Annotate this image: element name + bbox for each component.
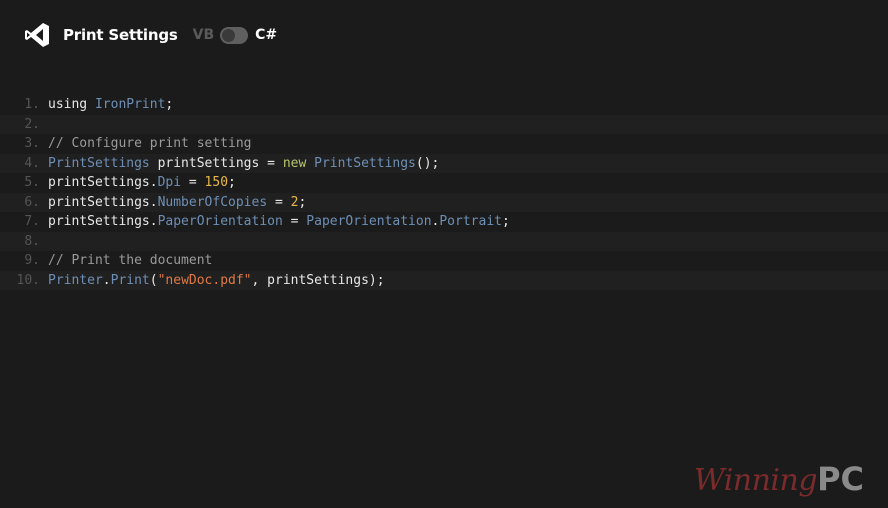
language-toggle[interactable] (220, 26, 249, 44)
line-number: 4. (24, 155, 40, 171)
line-number: 6. (24, 194, 40, 210)
code-token: PrintSettings (314, 155, 416, 171)
toggle-knob (222, 28, 236, 42)
code-token: NumberOfCopies (157, 194, 268, 210)
code-text: using IronPrint; (48, 95, 173, 115)
line-number: 3. (24, 136, 40, 151)
code-text: // Configure print setting (48, 134, 252, 154)
code-text: // Print the document (48, 251, 212, 271)
code-token: printSettings. (48, 175, 158, 190)
code-text: printSettings.NumberOfCopies = 2; (48, 193, 306, 213)
code-token: = (181, 175, 205, 190)
code-token: = (267, 194, 291, 210)
code-text: PrintSettings printSettings = new PrintS… (48, 154, 439, 174)
code-token: Dpi (157, 175, 182, 190)
code-token: // Configure print setting (48, 136, 252, 151)
code-text: Printer.Print("newDoc.pdf", printSetting… (48, 271, 385, 291)
code-token: = (282, 214, 307, 229)
code-token: printSettings. (48, 214, 158, 229)
line-number: 5. (24, 175, 40, 190)
code-token: ; (501, 214, 510, 229)
code-line: 3. // Configure print setting (0, 134, 888, 154)
code-token: IronPrint (94, 97, 166, 112)
code-line: 4. PrintSettings printSettings = new Prin… (0, 153, 888, 174)
code-token: // Print the document (48, 253, 213, 268)
code-text: printSettings.Dpi = 150; (48, 173, 236, 193)
code-token: printSettings. (48, 194, 158, 210)
line-number: 7. (24, 214, 40, 229)
line-number: 10. (16, 272, 40, 288)
code-token: ; (165, 97, 174, 112)
code-token: (); (415, 155, 440, 171)
line-number: 1. (24, 97, 40, 112)
code-token: PrintSettings (48, 155, 150, 171)
code-token: ; (228, 175, 236, 190)
code-token: Printer (48, 272, 103, 288)
code-token: Print (110, 272, 150, 288)
code-token: ; (298, 194, 307, 210)
code-token: . (102, 272, 111, 288)
code-block: 1. using IronPrint; 2. 3. // Configure print… (0, 95, 888, 290)
code-token: using (48, 97, 95, 112)
lang-vb-label[interactable]: VB (193, 27, 215, 43)
code-line: 7. printSettings.PaperOrientation = Paper… (0, 212, 888, 232)
line-number: 8. (24, 233, 40, 249)
code-text: printSettings.PaperOrientation = PaperOr… (48, 212, 510, 232)
code-token: , printSettings); (251, 272, 385, 288)
code-line: 6. printSettings.NumberOfCopies = 2; (0, 192, 888, 213)
code-token: new (282, 155, 307, 171)
code-line: 1. using IronPrint; (0, 95, 888, 115)
code-token: 150 (204, 175, 229, 190)
watermark-pc: PC (817, 460, 864, 498)
watermark-winning: Winning (693, 463, 818, 498)
code-token: printSettings = (149, 155, 283, 171)
code-token: "newDoc.pdf" (157, 272, 252, 288)
header: Print Settings VB C# (24, 18, 277, 52)
code-token: PaperOrientation (157, 214, 283, 229)
code-token: Portrait (439, 214, 502, 229)
code-token: PaperOrientation (306, 214, 432, 229)
code-line: 9. // Print the document (0, 251, 888, 271)
code-line: 8. (0, 231, 888, 251)
line-number: 9. (24, 253, 40, 268)
line-number: 2. (24, 116, 40, 132)
watermark: Winning PC (694, 460, 864, 498)
code-line: 10. Printer.Print("newDoc.pdf", printSett… (0, 270, 888, 291)
code-line: 2. (0, 114, 888, 134)
code-line: 5. printSettings.Dpi = 150; (0, 173, 888, 193)
page-title: Print Settings (63, 26, 178, 44)
lang-cs-label[interactable]: C# (255, 27, 277, 43)
code-token: ( (149, 272, 158, 288)
visual-studio-icon (24, 22, 50, 48)
